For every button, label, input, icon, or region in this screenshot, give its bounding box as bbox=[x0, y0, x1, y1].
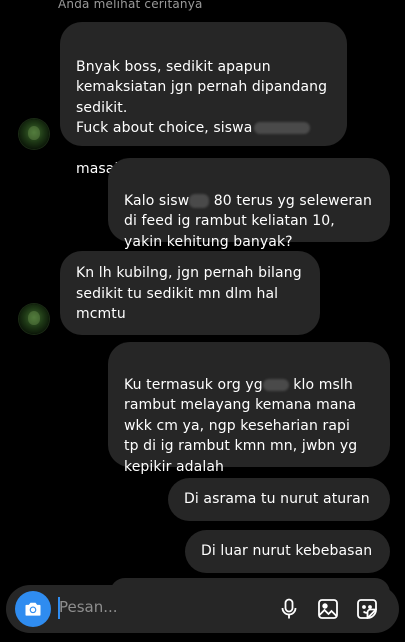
message-bubble-outgoing-5[interactable]: Di asrama tu nurut aturan bbox=[168, 478, 390, 521]
redacted-text bbox=[254, 122, 311, 134]
redacted-text bbox=[262, 378, 289, 391]
message-bubble-incoming-1[interactable]: Bnyak boss, sedikit apapun kemaksiatan j… bbox=[60, 22, 347, 177]
message-input[interactable]: Pesan... bbox=[59, 598, 118, 616]
message-bubble-incoming-3[interactable]: Kn lh kubilng, jgn pernah bilang sedikit… bbox=[60, 251, 320, 335]
camera-icon bbox=[25, 602, 41, 616]
redacted-text bbox=[189, 193, 210, 208]
message-text-a: Ku termasuk org yg bbox=[124, 376, 263, 393]
message-bubble-outgoing-4[interactable]: Ku termasuk org yg klo mslh rambut melay… bbox=[108, 342, 390, 475]
story-reply-caption: Anda melihat ceritanya bbox=[58, 0, 203, 11]
message-bubble-outgoing-6[interactable]: Di luar nurut kebebasan bbox=[185, 530, 390, 573]
sticker-icon[interactable] bbox=[355, 597, 379, 621]
message-text-a: Kalo sisw bbox=[124, 192, 190, 209]
message-bubble-outgoing-2[interactable]: Kalo sisw 80 terus yg seleweran di feed … bbox=[108, 158, 390, 250]
message-composer[interactable]: Pesan... bbox=[6, 585, 399, 633]
microphone-icon[interactable] bbox=[277, 597, 301, 621]
camera-button[interactable] bbox=[15, 591, 51, 627]
sender-avatar[interactable] bbox=[19, 119, 49, 149]
sender-avatar[interactable] bbox=[19, 304, 49, 334]
gallery-icon[interactable] bbox=[316, 597, 340, 621]
